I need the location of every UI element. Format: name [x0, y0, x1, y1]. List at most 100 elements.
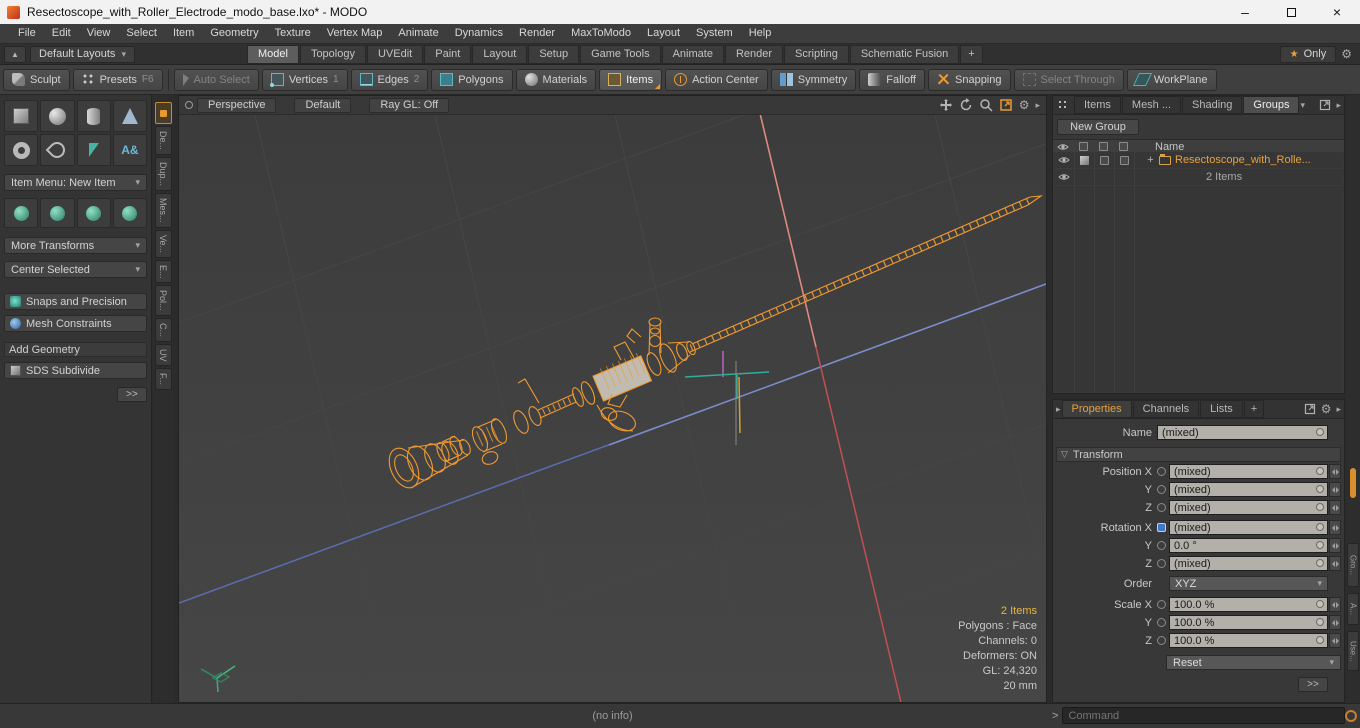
vertices-mode-button[interactable]: Vertices 1 [261, 68, 348, 91]
transform-section-header[interactable]: ▽ Transform [1056, 447, 1341, 462]
tab-lists[interactable]: Lists [1200, 400, 1243, 418]
menu-file[interactable]: File [10, 24, 44, 43]
channel-toggle[interactable] [1157, 618, 1166, 627]
materials-mode-button[interactable]: Materials [515, 68, 597, 91]
more-transforms-dropdown[interactable]: More Transforms ▾ [4, 237, 147, 254]
add-panel-tab-button[interactable]: + [1243, 400, 1265, 418]
tab-mesh-edit[interactable]: Mes... [154, 193, 172, 228]
cylinder-tool-button[interactable] [76, 100, 111, 132]
channel-toggle[interactable] [1157, 636, 1166, 645]
menu-system[interactable]: System [688, 24, 741, 43]
tab-shading[interactable]: Shading [1182, 96, 1243, 114]
items-mode-button[interactable]: Items [599, 68, 663, 91]
workplane-button[interactable]: WorkPlane [1126, 68, 1217, 91]
status-circle-icon[interactable] [1345, 710, 1357, 722]
tab-polygon[interactable]: Pol... [154, 285, 172, 316]
tab-game-tools[interactable]: Game Tools [580, 44, 661, 64]
sphere-tool-button[interactable] [40, 100, 75, 132]
edges-mode-button[interactable]: Edges 2 [350, 68, 429, 91]
tab-curve[interactable]: C... [154, 317, 172, 342]
value-stepper[interactable] [1329, 482, 1341, 497]
menu-geometry[interactable]: Geometry [202, 24, 266, 43]
rotation-x-field[interactable]: (mixed) [1169, 520, 1328, 535]
tab-setup[interactable]: Setup [528, 44, 580, 64]
channel-toggle[interactable] [1157, 559, 1166, 568]
panel-collapse-arrow-icon[interactable]: ▸ [1056, 404, 1061, 415]
maximize-button[interactable] [1268, 0, 1314, 24]
close-button[interactable]: × [1314, 0, 1360, 24]
lock-toggle[interactable] [1094, 155, 1114, 165]
position-y-field[interactable]: (mixed) [1169, 482, 1328, 497]
new-group-button[interactable]: New Group [1057, 119, 1139, 135]
menu-animate[interactable]: Animate [390, 24, 446, 43]
value-stepper[interactable] [1329, 597, 1341, 612]
tab-topology[interactable]: Topology [299, 44, 366, 64]
menu-item[interactable]: Item [165, 24, 202, 43]
orbit-icon[interactable] [959, 98, 973, 112]
transform-tool-button[interactable] [112, 198, 147, 228]
tab-scripting[interactable]: Scripting [784, 44, 849, 64]
group-name[interactable]: Resectoscope_with_Rolle... [1175, 154, 1311, 166]
channel-toggle[interactable] [1157, 600, 1166, 609]
menu-layout[interactable]: Layout [639, 24, 688, 43]
tab-groups[interactable]: Groups [1243, 96, 1300, 114]
rotate-tool-button[interactable] [40, 198, 75, 228]
menu-select[interactable]: Select [118, 24, 165, 43]
tab-layout[interactable]: Layout [472, 44, 528, 64]
tab-model[interactable]: Model [246, 44, 299, 64]
chevron-down-icon[interactable]: ▾ [1300, 100, 1305, 111]
tab-fusion[interactable]: F... [154, 368, 172, 391]
auto-select-button[interactable]: Auto Select [173, 68, 259, 91]
channel-toggle[interactable] [1157, 503, 1166, 512]
expand-toggle[interactable]: + [1146, 154, 1155, 166]
tab-basic[interactable] [154, 102, 172, 124]
channel-toggle-selected[interactable] [1157, 523, 1166, 532]
render-toggle[interactable] [1074, 155, 1094, 165]
position-z-field[interactable]: (mixed) [1169, 500, 1328, 515]
filter-toggle[interactable] [1114, 155, 1134, 165]
menu-edit[interactable]: Edit [44, 24, 79, 43]
value-stepper[interactable] [1329, 556, 1341, 571]
viewport-canvas[interactable]: 2 Items Polygons : Face Channels: 0 Defo… [179, 115, 1046, 702]
action-center-button[interactable]: Action Center [665, 68, 768, 91]
panel-more-arrow-icon[interactable]: ▸ [1336, 100, 1341, 111]
presets-button[interactable]: Presets F6 [72, 68, 163, 91]
scale-x-field[interactable]: 100.0 % [1169, 597, 1328, 612]
pop-out-icon[interactable] [1319, 99, 1331, 111]
scale-tool-button[interactable] [76, 198, 111, 228]
value-stepper[interactable] [1329, 520, 1341, 535]
value-stepper[interactable] [1329, 538, 1341, 553]
maximize-viewport-icon[interactable] [999, 98, 1013, 112]
scale-z-field[interactable]: 100.0 % [1169, 633, 1328, 648]
group-subrow[interactable]: 2 Items [1054, 169, 1343, 186]
menu-render[interactable]: Render [511, 24, 563, 43]
tab-items[interactable]: Items [1074, 96, 1121, 114]
gear-icon[interactable]: ⚙ [1321, 403, 1332, 415]
select-through-button[interactable]: Select Through [1013, 68, 1124, 91]
tab-mesh[interactable]: Mesh ... [1121, 96, 1182, 114]
strip-scrollbar[interactable] [1350, 468, 1356, 498]
menu-vertex-map[interactable]: Vertex Map [319, 24, 391, 43]
tab-animate[interactable]: Animate [661, 44, 724, 64]
text-tool-button[interactable]: A& [112, 134, 147, 166]
menu-maxtomodo[interactable]: MaxToModo [563, 24, 639, 43]
tab-channels[interactable]: Channels [1132, 400, 1200, 418]
move-tool-button[interactable] [4, 198, 39, 228]
pen-tool-button[interactable] [76, 134, 111, 166]
tab-groups-strip[interactable]: Gro... [1347, 543, 1359, 587]
menu-texture[interactable]: Texture [267, 24, 319, 43]
camera-type-dropdown[interactable]: Perspective [197, 97, 277, 113]
cone-tool-button[interactable] [112, 100, 147, 132]
visibility-toggle[interactable] [1054, 172, 1074, 182]
name-field[interactable]: (mixed) [1157, 425, 1328, 440]
channel-toggle[interactable] [1157, 485, 1166, 494]
minimize-button[interactable]: – [1222, 0, 1268, 24]
shading-mode-dropdown[interactable]: Default [294, 97, 352, 113]
falloff-button[interactable]: Falloff [859, 68, 925, 91]
channel-toggle[interactable] [1157, 467, 1166, 476]
tab-user-strip[interactable]: Use... [1347, 631, 1359, 671]
panel-grid-icon[interactable] [1056, 98, 1070, 112]
snaps-precision-button[interactable]: Snaps and Precision [4, 293, 147, 310]
add-layout-tab-button[interactable]: + [960, 44, 983, 64]
tab-duplicate[interactable]: Dup... [154, 157, 172, 192]
